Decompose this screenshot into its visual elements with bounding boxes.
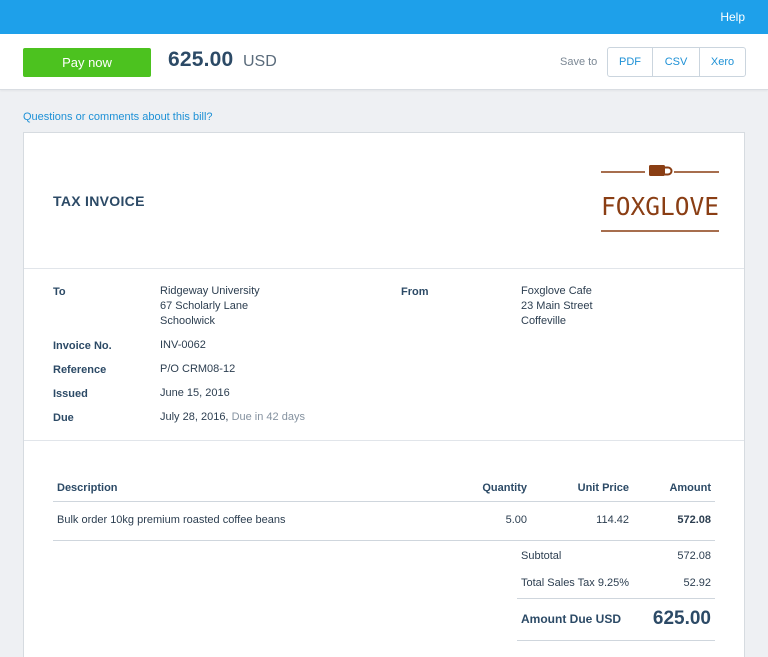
pay-now-button[interactable]: Pay now (23, 48, 151, 77)
total-amount: 625.00 (168, 48, 234, 71)
due-in-days: Due in 42 days (231, 411, 305, 423)
issued-value: June 15, 2016 (160, 387, 230, 399)
invoice-card: TAX INVOICE FOXGLOVE To Ridgeway Univers… (23, 132, 745, 657)
tax-value: 52.92 (683, 577, 711, 589)
row-description: Bulk order 10kg premium roasted coffee b… (57, 514, 286, 526)
table-header-rule (53, 501, 715, 502)
to-address: Ridgeway University 67 Scholarly Lane Sc… (160, 284, 260, 329)
due-label: Due (53, 412, 74, 424)
to-label: To (53, 286, 66, 298)
col-description: Description (57, 482, 118, 494)
details-divider (24, 440, 744, 441)
from-line: Foxglove Cafe (521, 285, 592, 297)
due-date: July 28, 2016, (160, 411, 229, 423)
reference-label: Reference (53, 364, 107, 376)
row-amount: 572.08 (677, 514, 711, 526)
export-button-group: PDF CSV Xero (607, 47, 746, 77)
to-line: 67 Scholarly Lane (160, 300, 249, 312)
export-pdf-button[interactable]: PDF (608, 48, 653, 76)
due-value: July 28, 2016, Due in 42 days (160, 410, 305, 425)
export-csv-button[interactable]: CSV (653, 48, 700, 76)
export-xero-button[interactable]: Xero (700, 48, 745, 76)
from-address: Foxglove Cafe 23 Main Street Coffeville (521, 284, 593, 329)
header-divider (24, 268, 744, 269)
save-to-label: Save to (560, 56, 598, 68)
amount-due-rule (517, 640, 715, 641)
from-line: Coffeville (521, 315, 567, 327)
col-quantity: Quantity (482, 482, 527, 494)
top-bar: Help (0, 0, 768, 34)
logo-text: FOXGLOVE (601, 192, 719, 221)
to-line: Schoolwick (160, 315, 216, 327)
subtotal-label: Subtotal (521, 550, 562, 562)
totals-rule (517, 598, 715, 599)
subtotal-value: 572.08 (677, 550, 711, 562)
questions-link[interactable]: Questions or comments about this bill? (23, 111, 213, 123)
help-link[interactable]: Help (720, 10, 745, 24)
foxglove-logo: FOXGLOVE (601, 165, 719, 232)
table-row-rule (53, 540, 715, 541)
col-amount: Amount (669, 482, 711, 494)
from-label: From (401, 286, 429, 298)
invoice-title: TAX INVOICE (53, 193, 145, 209)
from-line: 23 Main Street (521, 300, 593, 312)
row-quantity: 5.00 (505, 514, 527, 526)
to-line: Ridgeway University (160, 285, 260, 297)
amount-due-value: 625.00 (652, 608, 711, 629)
currency-code: USD (243, 53, 277, 70)
payment-bar: Pay now 625.00 USD Save to PDF CSV Xero (0, 34, 768, 90)
coffee-cup-icon (649, 165, 673, 176)
reference-value: P/O CRM08-12 (160, 363, 236, 375)
invoice-no-label: Invoice No. (53, 340, 112, 352)
issued-label: Issued (53, 388, 88, 400)
invoice-no-value: INV-0062 (160, 339, 206, 351)
